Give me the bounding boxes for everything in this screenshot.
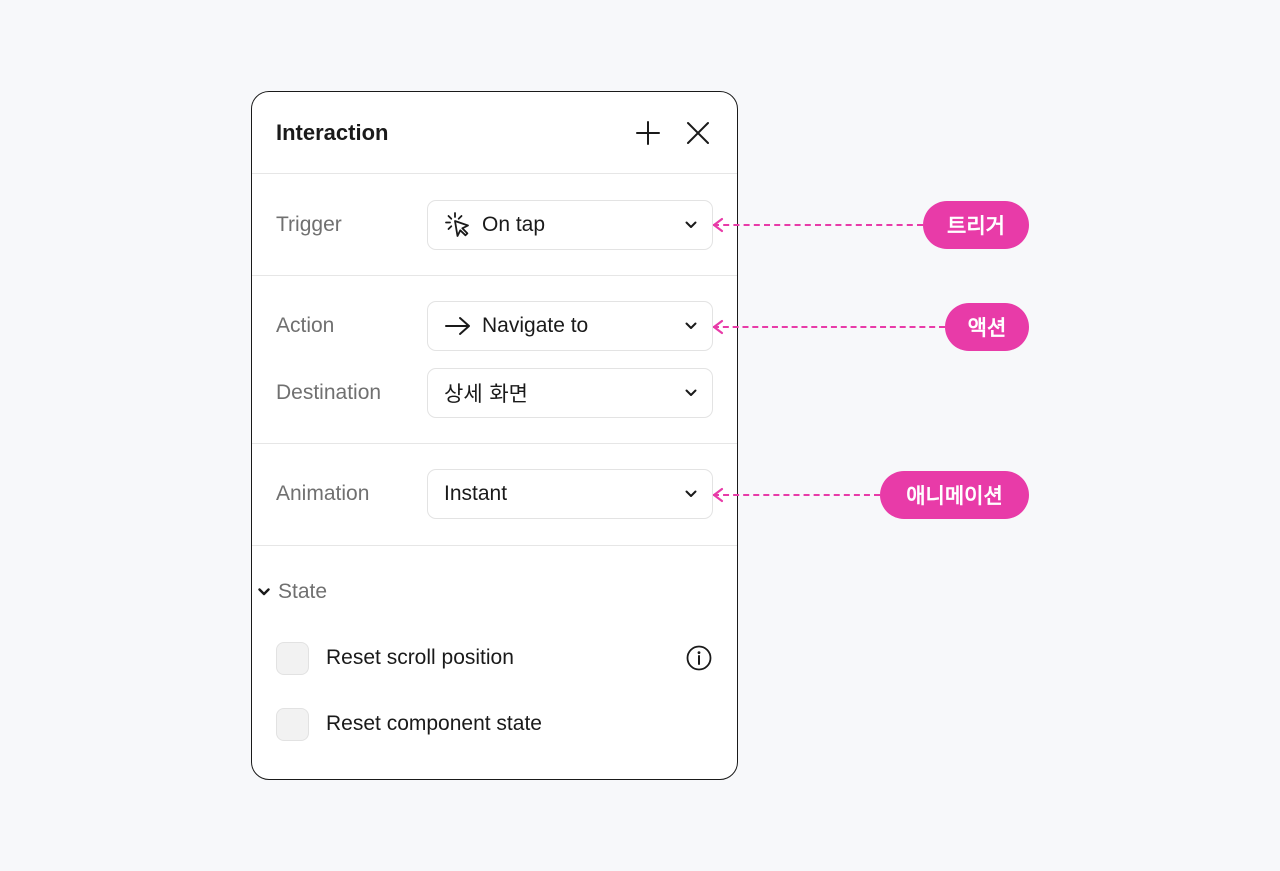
action-select[interactable]: Navigate to — [427, 301, 713, 351]
arrow-right-icon — [444, 312, 472, 340]
action-value: Navigate to — [482, 314, 589, 337]
plus-icon[interactable] — [633, 118, 663, 148]
state-label: State — [278, 580, 328, 603]
destination-value: 상세 화면 — [444, 382, 528, 406]
trigger-section: Trigger On tap — [252, 174, 737, 276]
action-row: Action Navigate to — [276, 301, 713, 351]
chevron-down-icon — [684, 386, 698, 400]
callout-arrow-icon — [712, 217, 724, 233]
trigger-value: On tap — [482, 213, 546, 236]
tap-cursor-icon — [444, 211, 472, 239]
callout-arrow-icon — [712, 487, 724, 503]
animation-value: Instant — [444, 482, 508, 505]
action-callout — [712, 302, 945, 352]
reset-scroll-row: Reset scroll position — [252, 641, 737, 675]
animation-label: Animation — [276, 482, 370, 505]
callout-arrow-icon — [712, 319, 724, 335]
panel-title: Interaction — [276, 119, 389, 145]
animation-callout — [712, 470, 880, 520]
trigger-label: Trigger — [276, 213, 342, 236]
callout-dashed-line — [713, 224, 923, 226]
chevron-down-icon — [684, 319, 698, 333]
destination-label: Destination — [276, 381, 382, 404]
trigger-callout — [712, 200, 923, 250]
destination-select[interactable]: 상세 화면 — [427, 368, 713, 418]
destination-row: Destination 상세 화면 — [276, 368, 713, 418]
reset-component-label: Reset component state — [326, 712, 542, 735]
action-section: Action Navigate to Destination 상세 화면 — [252, 276, 737, 444]
animation-section: Animation Instant — [252, 444, 737, 546]
reset-scroll-checkbox[interactable] — [276, 641, 309, 675]
reset-component-checkbox[interactable] — [276, 707, 309, 741]
action-badge: 액션 — [945, 303, 1029, 351]
chevron-down-icon[interactable] — [252, 580, 276, 604]
animation-row: Animation Instant — [276, 469, 713, 519]
callout-dashed-line — [713, 326, 945, 328]
reset-component-row: Reset component state — [252, 707, 737, 741]
animation-badge: 애니메이션 — [880, 471, 1029, 519]
callout-dashed-line — [713, 494, 880, 496]
close-icon[interactable] — [683, 118, 713, 148]
info-icon[interactable] — [685, 644, 713, 672]
animation-select[interactable]: Instant — [427, 469, 713, 519]
trigger-badge: 트리거 — [923, 201, 1029, 249]
interaction-panel: Interaction Trigger On tap Action Naviga… — [251, 91, 738, 780]
chevron-down-icon — [684, 218, 698, 232]
trigger-select[interactable]: On tap — [427, 200, 713, 250]
trigger-row: Trigger On tap — [276, 200, 713, 250]
panel-header: Interaction — [252, 92, 737, 174]
chevron-down-icon — [684, 487, 698, 501]
action-label: Action — [276, 314, 335, 337]
state-header[interactable]: State — [252, 580, 737, 604]
reset-scroll-label: Reset scroll position — [326, 646, 514, 669]
